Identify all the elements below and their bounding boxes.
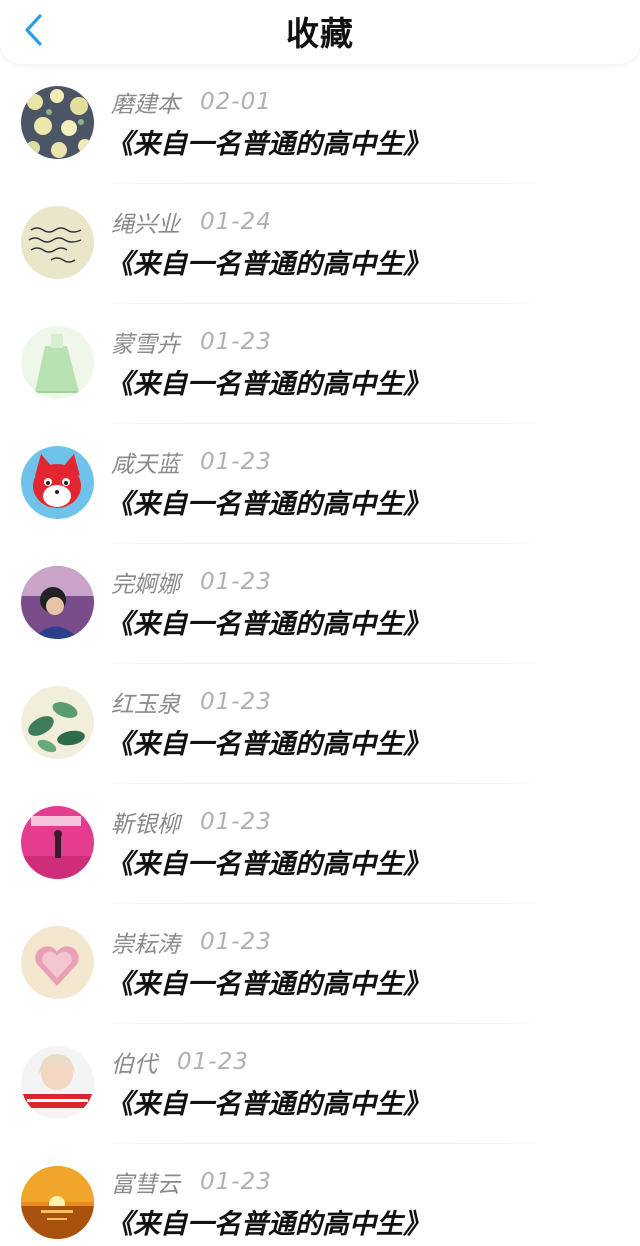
list-item[interactable]: 蒙雪卉 01-23 《来自一名普通的高中生》: [0, 304, 640, 424]
author-name: 绳兴业: [111, 212, 180, 238]
item-meta: 绳兴业 01-24: [111, 206, 272, 238]
item-title[interactable]: 《来自一名普通的高中生》: [106, 1202, 430, 1241]
page-title: 收藏: [286, 14, 354, 53]
list-item[interactable]: 富彗云 01-23 《来自一名普通的高中生》: [0, 1144, 640, 1246]
list-item[interactable]: 伯代 01-23 《来自一名普通的高中生》: [0, 1024, 640, 1144]
avatar-image: [21, 446, 94, 519]
item-meta: 富彗云 01-23: [111, 1166, 272, 1198]
avatar-image: [21, 566, 94, 639]
avatar[interactable]: [21, 206, 94, 279]
author-name: 富彗云: [111, 1172, 180, 1198]
author-name: 蒙雪卉: [111, 332, 180, 358]
item-meta: 红玉泉 01-23: [111, 686, 272, 718]
avatar-image: [21, 86, 94, 159]
author-name: 伯代: [111, 1052, 157, 1078]
list-item[interactable]: 靳银柳 01-23 《来自一名普通的高中生》: [0, 784, 640, 904]
list-item[interactable]: 红玉泉 01-23 《来自一名普通的高中生》: [0, 664, 640, 784]
author-name: 磨建本: [111, 92, 180, 118]
avatar-image: [21, 1166, 94, 1239]
list-item[interactable]: 绳兴业 01-24 《来自一名普通的高中生》: [0, 184, 640, 304]
avatar-image: [21, 926, 94, 999]
item-title[interactable]: 《来自一名普通的高中生》: [106, 722, 430, 761]
post-date: 01-23: [200, 1169, 272, 1195]
post-date: 01-23: [200, 809, 272, 835]
avatar[interactable]: [21, 86, 94, 159]
top-bar: 收藏: [0, 0, 640, 64]
list-item[interactable]: 咸天蓝 01-23 《来自一名普通的高中生》: [0, 424, 640, 544]
item-title[interactable]: 《来自一名普通的高中生》: [106, 482, 430, 521]
item-title[interactable]: 《来自一名普通的高中生》: [106, 962, 430, 1001]
post-date: 01-23: [200, 329, 272, 355]
post-date: 01-24: [200, 209, 272, 235]
item-title[interactable]: 《来自一名普通的高中生》: [106, 362, 430, 401]
avatar-image: [21, 686, 94, 759]
item-meta: 蒙雪卉 01-23: [111, 326, 272, 358]
avatar-image: [21, 1046, 94, 1119]
item-meta: 咸天蓝 01-23: [111, 446, 272, 478]
item-meta: 磨建本 02-01: [111, 86, 272, 118]
avatar[interactable]: [21, 566, 94, 639]
author-name: 完婀娜: [111, 572, 180, 598]
item-title[interactable]: 《来自一名普通的高中生》: [106, 1082, 430, 1121]
post-date: 01-23: [200, 689, 272, 715]
item-title[interactable]: 《来自一名普通的高中生》: [106, 602, 430, 641]
post-date: 01-23: [200, 929, 272, 955]
avatar-image: [21, 326, 94, 399]
item-meta: 完婀娜 01-23: [111, 566, 272, 598]
post-date: 01-23: [200, 449, 272, 475]
avatar[interactable]: [21, 1046, 94, 1119]
item-title[interactable]: 《来自一名普通的高中生》: [106, 842, 430, 881]
list-item[interactable]: 崇耘涛 01-23 《来自一名普通的高中生》: [0, 904, 640, 1024]
favorites-list: 磨建本 02-01 《来自一名普通的高中生》 绳兴业 01-24 《来自一名普通…: [0, 64, 640, 1246]
item-title[interactable]: 《来自一名普通的高中生》: [106, 242, 430, 281]
author-name: 崇耘涛: [111, 932, 180, 958]
avatar[interactable]: [21, 686, 94, 759]
post-date: 01-23: [200, 569, 272, 595]
author-name: 靳银柳: [111, 812, 180, 838]
author-name: 咸天蓝: [111, 452, 180, 478]
avatar[interactable]: [21, 446, 94, 519]
item-title[interactable]: 《来自一名普通的高中生》: [106, 122, 430, 161]
post-date: 02-01: [200, 89, 272, 115]
avatar-image: [21, 206, 94, 279]
item-meta: 崇耘涛 01-23: [111, 926, 272, 958]
avatar[interactable]: [21, 926, 94, 999]
item-meta: 伯代 01-23: [111, 1046, 249, 1078]
avatar[interactable]: [21, 326, 94, 399]
author-name: 红玉泉: [111, 692, 180, 718]
list-item[interactable]: 完婀娜 01-23 《来自一名普通的高中生》: [0, 544, 640, 664]
avatar-image: [21, 806, 94, 879]
list-item[interactable]: 磨建本 02-01 《来自一名普通的高中生》: [0, 64, 640, 184]
avatar[interactable]: [21, 1166, 94, 1239]
item-meta: 靳银柳 01-23: [111, 806, 272, 838]
post-date: 01-23: [177, 1049, 249, 1075]
avatar[interactable]: [21, 806, 94, 879]
